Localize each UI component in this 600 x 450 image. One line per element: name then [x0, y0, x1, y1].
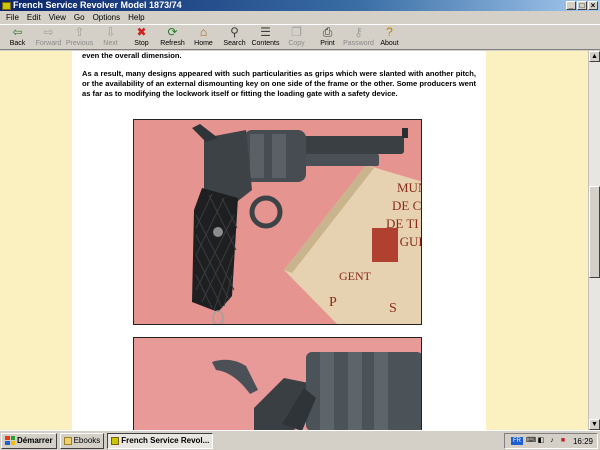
network-icon[interactable]: ◧: [537, 437, 545, 445]
copy-button[interactable]: ❐ Copy: [281, 25, 312, 49]
keyboard-icon[interactable]: ⌨: [526, 437, 536, 445]
back-button[interactable]: ⇦ Back: [2, 25, 33, 49]
stop-button[interactable]: ✖ Stop: [126, 25, 157, 49]
refresh-icon: ⟳: [167, 25, 178, 39]
revolver-photo-1: MUN DE C DE TI DE GUE GENT P S: [133, 119, 422, 325]
previous-arrow-icon: ⇧: [74, 25, 85, 39]
scroll-down-button[interactable]: ▼: [589, 419, 600, 430]
text-paragraph: As a result, many designs appeared with …: [82, 69, 476, 98]
copy-icon: ❐: [291, 25, 302, 39]
previous-button[interactable]: ⇧ Previous: [64, 25, 95, 49]
next-label: Next: [103, 40, 118, 47]
next-arrow-icon: ⇩: [105, 25, 116, 39]
forward-button[interactable]: ⇨ Forward: [33, 25, 64, 49]
print-icon: ⎙: [322, 25, 333, 39]
folder-icon: [63, 436, 72, 445]
close-button[interactable]: ×: [588, 1, 598, 10]
password-key-icon: ⚷: [354, 25, 363, 39]
ebook-app-icon: [111, 436, 120, 445]
contents-icon: ☰: [260, 25, 271, 39]
next-button[interactable]: ⇩ Next: [95, 25, 126, 49]
print-label: Print: [320, 40, 335, 47]
booklet-text-1: DE C: [392, 198, 421, 213]
toolbar: ⇦ Back ⇨ Forward ⇧ Previous ⇩ Next ✖ Stop ⟳ Refresh…: [0, 24, 600, 50]
menu-edit[interactable]: Edit: [23, 11, 45, 24]
refresh-label: Refresh: [160, 40, 185, 47]
search-label: Search: [223, 40, 246, 47]
window-title: French Service Revolver Model 1873/74: [13, 0, 182, 10]
revolver-photo-1-image: MUN DE C DE TI DE GUE GENT P S: [134, 120, 422, 324]
forward-arrow-icon: ⇨: [43, 25, 54, 39]
clock: 16:29: [572, 436, 593, 446]
menu-help[interactable]: Help: [124, 11, 148, 24]
copy-label: Copy: [288, 40, 305, 47]
previous-label: Previous: [65, 40, 94, 47]
stop-icon: ✖: [136, 25, 147, 39]
revolver-photo-2: [133, 337, 422, 430]
maximize-button[interactable]: □: [577, 1, 587, 10]
menu-go[interactable]: Go: [70, 11, 89, 24]
about-button[interactable]: ? About: [374, 25, 405, 49]
refresh-button[interactable]: ⟳ Refresh: [157, 25, 188, 49]
scroll-up-button[interactable]: ▲: [589, 51, 600, 62]
content-viewport[interactable]: even the overall dimension. As a result,…: [0, 51, 588, 430]
start-label: Démarrer: [17, 436, 53, 445]
stop-label: Stop: [134, 40, 149, 47]
minimize-button[interactable]: _: [566, 1, 576, 10]
print-button[interactable]: ⎙ Print: [312, 25, 343, 49]
search-icon: ⚲: [230, 25, 239, 39]
antivirus-icon[interactable]: ■: [559, 437, 567, 445]
booklet-text-0: MUN: [397, 180, 422, 195]
home-label: Home: [194, 40, 213, 47]
about-label: About: [380, 40, 399, 47]
menu-view[interactable]: View: [45, 11, 70, 24]
vertical-scrollbar[interactable]: ▲ ▼: [588, 51, 600, 430]
menu-bar: File Edit View Go Options Help: [0, 11, 600, 24]
app-icon: [2, 1, 11, 10]
start-button[interactable]: Démarrer: [1, 432, 57, 449]
booklet-text-4: GENT: [339, 269, 372, 283]
forward-label: Forward: [35, 40, 62, 47]
back-arrow-icon: ⇦: [12, 25, 23, 39]
task-active-label: French Service Revol...: [121, 436, 210, 445]
menu-options[interactable]: Options: [89, 11, 125, 24]
volume-icon[interactable]: ♪: [548, 437, 556, 445]
text-line-top: even the overall dimension.: [82, 51, 182, 60]
task-ebooks[interactable]: Ebooks: [59, 432, 105, 449]
password-button[interactable]: ⚷ Password: [343, 25, 374, 49]
document-page: even the overall dimension. As a result,…: [72, 51, 486, 430]
password-label: Password: [343, 40, 374, 47]
booklet-text-5: P: [329, 295, 337, 310]
taskbar: Démarrer Ebooks French Service Revol... …: [0, 430, 600, 450]
system-tray: FR ⌨ ◧ ♪ ■ 16:29: [504, 433, 598, 449]
menu-file[interactable]: File: [2, 11, 23, 24]
home-button[interactable]: ⌂ Home: [188, 25, 219, 49]
scroll-thumb[interactable]: [589, 186, 600, 278]
about-icon: ?: [386, 25, 393, 39]
search-button[interactable]: ⚲ Search: [219, 25, 250, 49]
contents-label: Contents: [251, 40, 280, 47]
windows-logo-icon: [5, 436, 15, 445]
back-label: Back: [9, 40, 26, 47]
task-ebooks-label: Ebooks: [73, 436, 101, 445]
revolver-photo-2-image: [134, 338, 421, 430]
booklet-text-6: S: [389, 301, 397, 316]
task-french-service-revolver[interactable]: French Service Revol...: [107, 432, 214, 449]
home-icon: ⌂: [199, 25, 208, 39]
title-bar[interactable]: French Service Revolver Model 1873/74 _ …: [0, 0, 600, 11]
contents-button[interactable]: ☰ Contents: [250, 25, 281, 49]
language-indicator[interactable]: FR: [510, 437, 523, 445]
